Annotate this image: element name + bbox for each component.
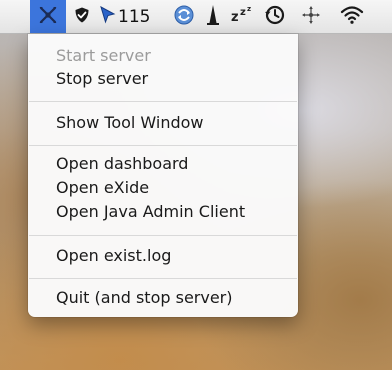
menu-separator bbox=[29, 145, 297, 146]
menu-item-quit[interactable]: Quit (and stop server) bbox=[56, 288, 233, 308]
counter-status-item[interactable]: 115 bbox=[118, 0, 166, 33]
move-icon bbox=[301, 5, 321, 29]
svg-text:z: z bbox=[231, 10, 239, 25]
recycle-icon bbox=[173, 4, 195, 30]
exist-db-dropdown-menu: Start server Stop server Show Tool Windo… bbox=[28, 34, 298, 317]
recycle-status-item[interactable] bbox=[170, 0, 198, 33]
svg-text:z: z bbox=[247, 5, 251, 13]
menu-item-open-java-admin-client[interactable]: Open Java Admin Client bbox=[56, 202, 245, 222]
menu-item-show-tool-window[interactable]: Show Tool Window bbox=[56, 113, 204, 133]
wifi-icon bbox=[340, 5, 364, 29]
menu-separator bbox=[29, 101, 297, 102]
move-status-item[interactable] bbox=[298, 0, 324, 33]
menu-item-open-dashboard[interactable]: Open dashboard bbox=[56, 154, 188, 174]
menu-item-open-exist-log[interactable]: Open exist.log bbox=[56, 246, 171, 266]
svg-text:z: z bbox=[240, 7, 246, 18]
sleep-zz-icon: z z z bbox=[230, 5, 254, 29]
menu-item-start-server: Start server bbox=[56, 46, 151, 65]
cursor-arrow-icon bbox=[98, 5, 116, 29]
wifi-status-item[interactable] bbox=[332, 0, 372, 33]
time-machine-status-item[interactable] bbox=[262, 0, 288, 33]
menu-item-open-exide[interactable]: Open eXide bbox=[56, 178, 149, 198]
shield-status-item[interactable] bbox=[70, 0, 94, 33]
cursor-status-item[interactable] bbox=[96, 0, 118, 33]
menu-item-stop-server[interactable]: Stop server bbox=[56, 69, 148, 89]
counter-text: 115 bbox=[118, 6, 151, 27]
menu-separator bbox=[29, 278, 297, 279]
menu-bar: 115 z z z bbox=[0, 0, 392, 34]
sleep-status-item[interactable]: z z z bbox=[229, 0, 255, 33]
menu-separator bbox=[29, 235, 297, 236]
shield-icon bbox=[73, 6, 91, 28]
exist-db-status-item[interactable] bbox=[30, 0, 66, 33]
tower-status-item[interactable] bbox=[203, 0, 223, 33]
tower-icon bbox=[205, 4, 221, 30]
time-machine-icon bbox=[264, 4, 286, 30]
exist-db-icon bbox=[37, 4, 59, 30]
